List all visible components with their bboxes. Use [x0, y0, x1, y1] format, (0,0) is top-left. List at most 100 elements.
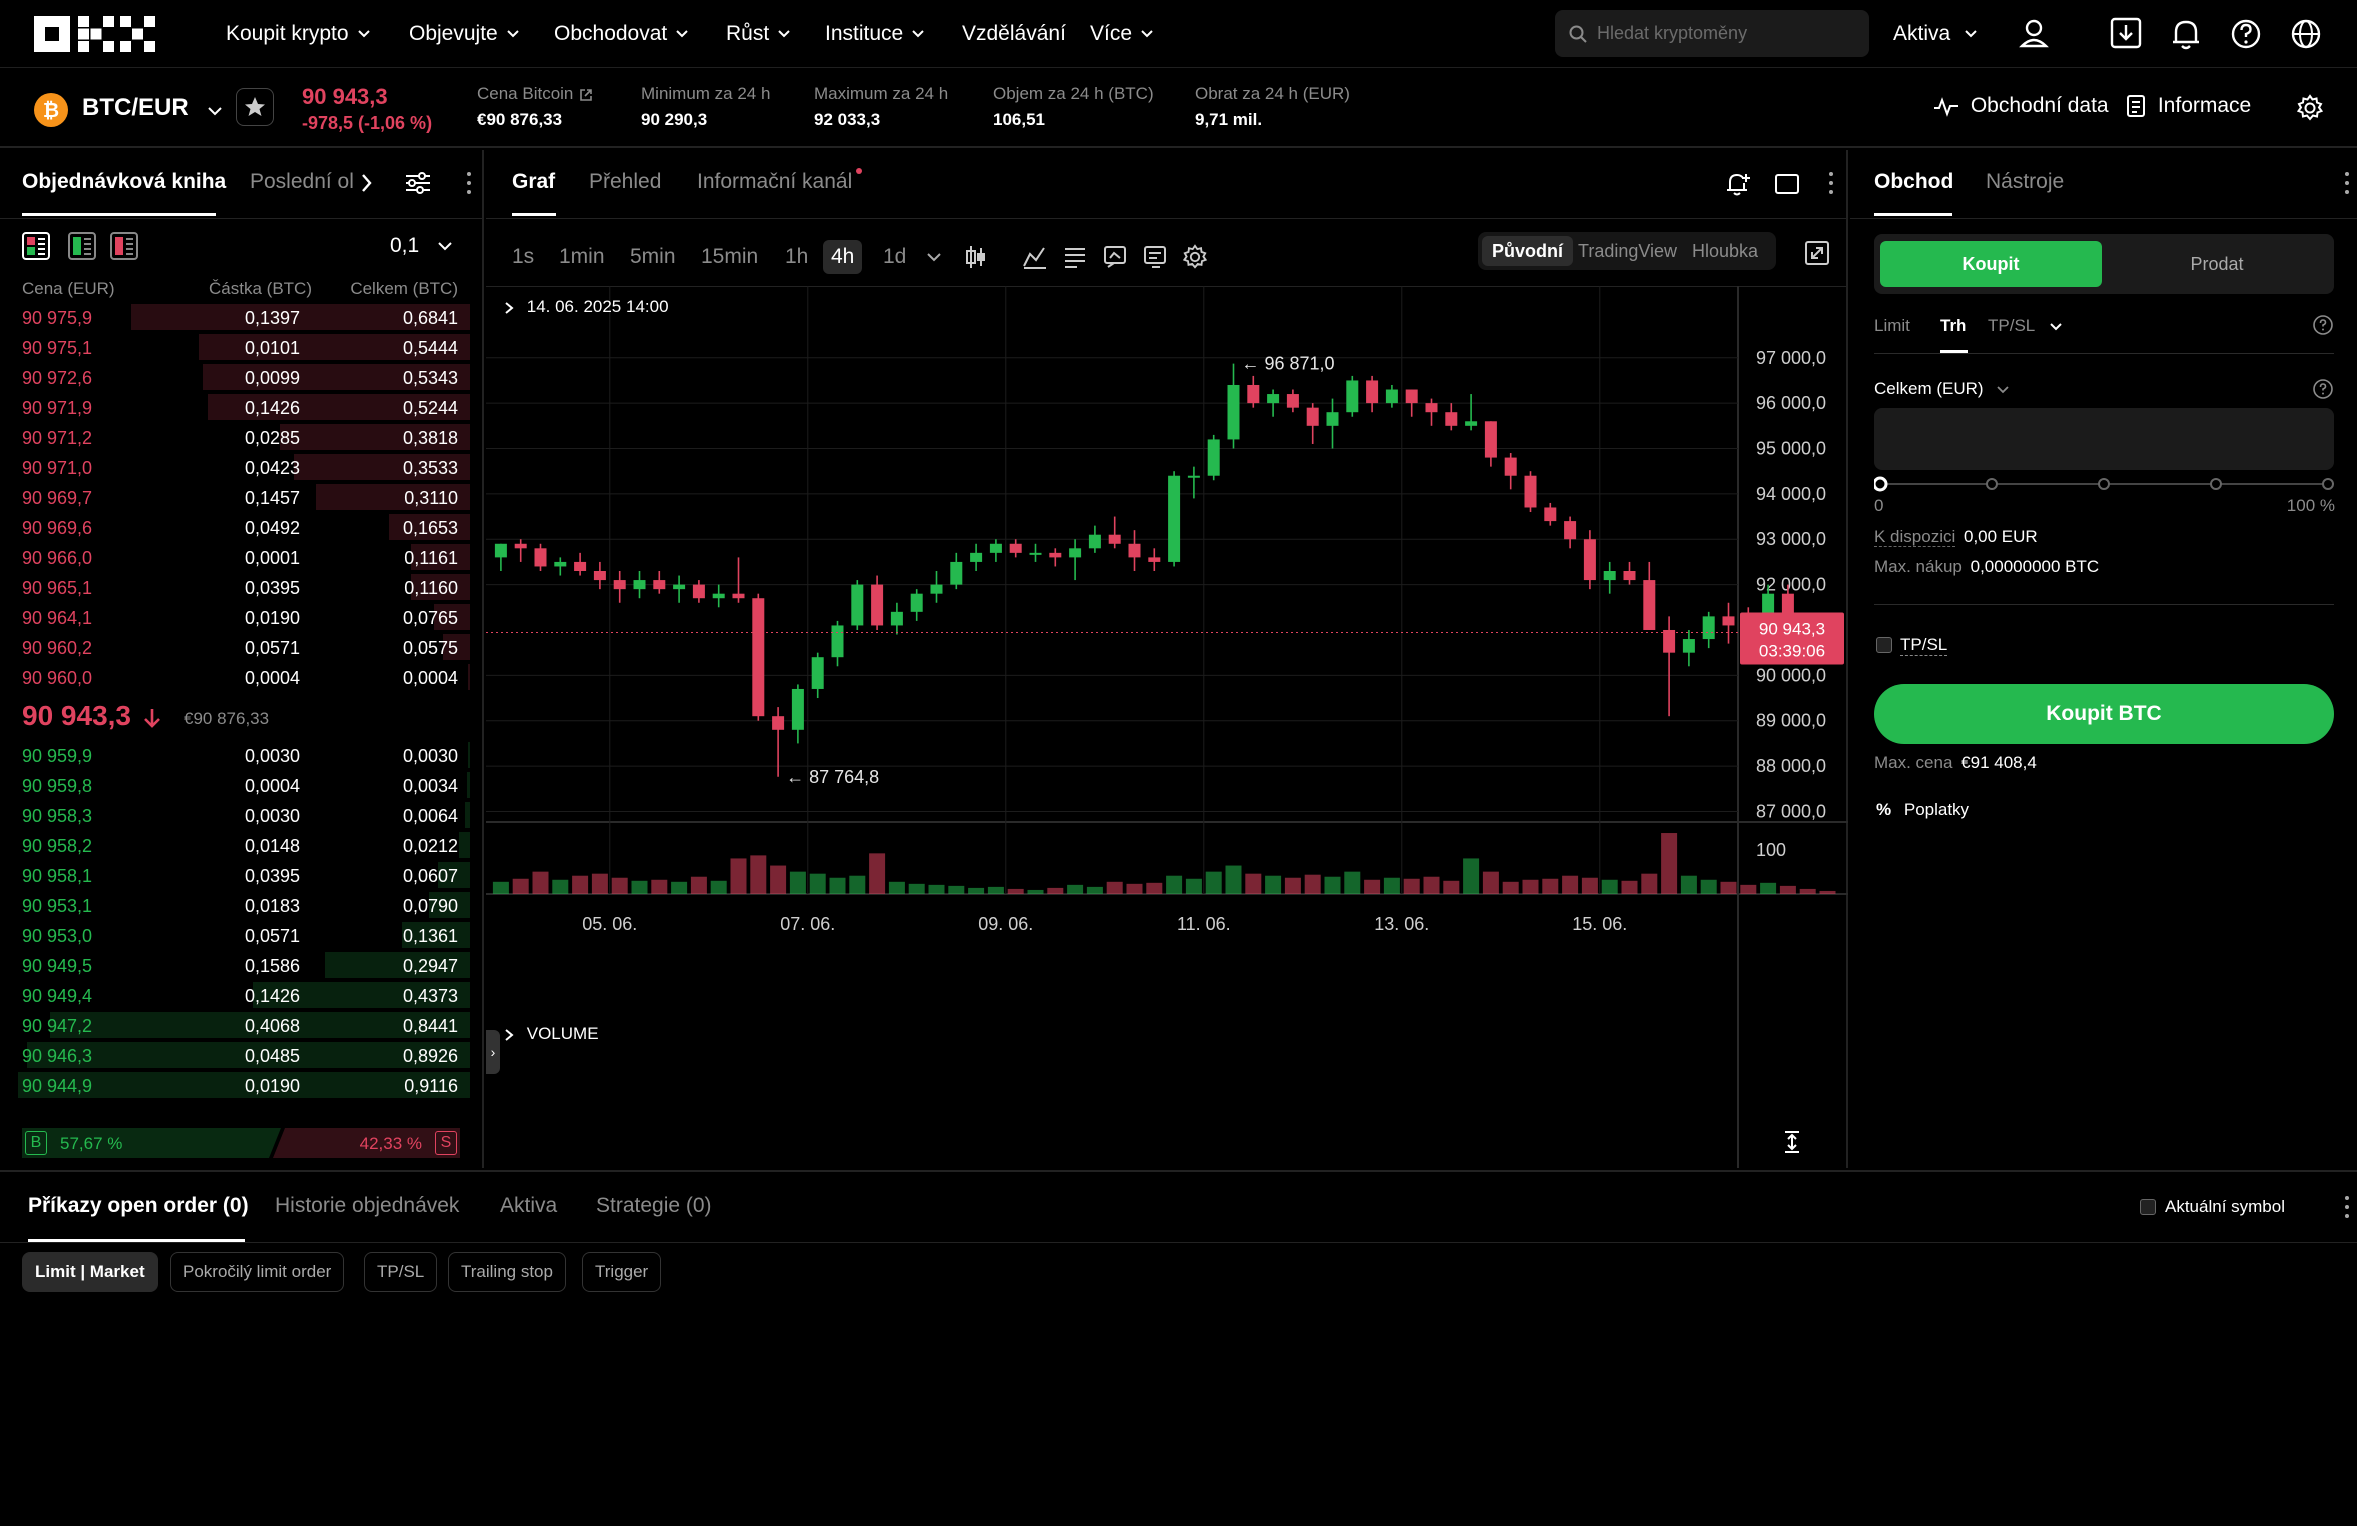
ask-row[interactable]: 90 969,7 0,1457 0,3110: [0, 482, 470, 512]
ask-row[interactable]: 90 971,0 0,0423 0,3533: [0, 452, 470, 482]
chevron-right-icon[interactable]: [360, 172, 374, 194]
tab-feed[interactable]: Informační kanál: [697, 170, 852, 194]
alert-bell-icon[interactable]: [1724, 170, 1752, 198]
ask-row[interactable]: 90 971,9 0,1426 0,5244: [0, 392, 470, 422]
bid-row[interactable]: 90 949,5 0,1586 0,2947: [0, 950, 470, 980]
more-vertical-icon[interactable]: [466, 170, 472, 196]
filter-advanced-limit[interactable]: Pokročilý limit order: [170, 1252, 345, 1292]
drawing-tools-icon[interactable]: [1102, 244, 1128, 270]
view-both-icon[interactable]: [22, 232, 50, 260]
ask-row[interactable]: 90 971,2 0,0285 0,3818: [0, 422, 470, 452]
favorite-button[interactable]: [236, 88, 274, 126]
chevron-down-icon[interactable]: [926, 252, 942, 262]
help-circle-icon[interactable]: [2312, 378, 2334, 400]
ask-row[interactable]: 90 960,0 0,0004 0,0004: [0, 662, 470, 692]
help-circle-icon[interactable]: [2312, 314, 2334, 336]
fullscreen-icon[interactable]: [1804, 240, 1830, 266]
settings-gear-icon[interactable]: [2296, 94, 2324, 122]
view-asks-icon[interactable]: [110, 232, 138, 260]
timeframe-5min[interactable]: 5min: [630, 240, 676, 274]
bid-row[interactable]: 90 959,8 0,0004 0,0034: [0, 770, 470, 800]
bid-row[interactable]: 90 944,9 0,0190 0,9116: [0, 1070, 470, 1100]
order-type-market[interactable]: Trh: [1940, 316, 1966, 336]
tab-order-history[interactable]: Historie objednávek: [275, 1194, 459, 1218]
ask-row[interactable]: 90 969,6 0,0492 0,1653: [0, 512, 470, 542]
pair-selector[interactable]: BTC/EUR: [82, 94, 223, 128]
ticker-stat-0[interactable]: Cena Bitcoin €90 876,33: [477, 84, 593, 130]
timeframe-4h[interactable]: 4h: [823, 240, 863, 274]
current-symbol-label[interactable]: Aktuální symbol: [2165, 1197, 2285, 1217]
fees-link[interactable]: % Poplatky: [1876, 800, 1969, 820]
bid-row[interactable]: 90 959,9 0,0030 0,0030: [0, 740, 470, 770]
timeframe-1d[interactable]: 1d: [883, 240, 906, 274]
info-button[interactable]: Informace: [2126, 94, 2251, 118]
mode-depth[interactable]: Hloubka: [1692, 236, 1758, 266]
tab-trade[interactable]: Obchod: [1874, 170, 1953, 194]
nav-item-0[interactable]: Koupit krypto: [226, 0, 371, 68]
tab-last-trades[interactable]: Poslední ol: [250, 170, 360, 194]
mode-tradingview[interactable]: TradingView: [1578, 236, 1677, 266]
ask-row[interactable]: 90 966,0 0,0001 0,1161: [0, 542, 470, 572]
list-settings-icon[interactable]: [1062, 244, 1088, 270]
price-chart[interactable]: 05. 06. 07. 06. 09. 06. 11. 06. 13. 06. 15. 0…: [486, 286, 1848, 1168]
tab-overview[interactable]: Přehled: [589, 170, 661, 194]
filter-trigger[interactable]: Trigger: [582, 1252, 662, 1292]
timeframe-1s[interactable]: 1s: [512, 240, 534, 274]
tab-order-book[interactable]: Objednávková kniha: [22, 170, 226, 194]
timeframe-15min[interactable]: 15min: [701, 240, 758, 274]
bid-row[interactable]: 90 953,1 0,0183 0,0790: [0, 890, 470, 920]
globe-icon[interactable]: [2286, 14, 2326, 54]
buy-btc-button[interactable]: Koupit BTC: [1874, 684, 2334, 744]
bid-row[interactable]: 90 958,2 0,0148 0,0212: [0, 830, 470, 860]
order-type-tpsl[interactable]: TP/SL: [1988, 316, 2063, 336]
layout-icon[interactable]: [1774, 172, 1800, 196]
more-vertical-icon[interactable]: [2344, 1194, 2350, 1220]
price-step-selector[interactable]: 0,1: [390, 234, 453, 258]
ask-row[interactable]: 90 975,1 0,0101 0,5444: [0, 332, 470, 362]
ask-row[interactable]: 90 960,2 0,0571 0,0575: [0, 632, 470, 662]
bid-row[interactable]: 90 947,2 0,4068 0,8441: [0, 1010, 470, 1040]
search-box[interactable]: [1555, 10, 1869, 57]
more-vertical-icon[interactable]: [1828, 170, 1834, 196]
tab-tools[interactable]: Nástroje: [1986, 170, 2064, 194]
candle-type-icon[interactable]: [964, 244, 988, 270]
bell-icon[interactable]: [2166, 14, 2206, 54]
total-input[interactable]: [1874, 408, 2334, 470]
more-vertical-icon[interactable]: [2344, 170, 2350, 196]
nav-item-6[interactable]: Více: [1090, 0, 1154, 68]
nav-item-1[interactable]: Objevujte: [409, 0, 520, 68]
nav-item-5[interactable]: Vzdělávání: [962, 0, 1066, 68]
download-icon[interactable]: [2106, 14, 2146, 54]
price-scale-icon[interactable]: [1782, 1130, 1802, 1154]
nav-item-2[interactable]: Obchodovat: [554, 0, 689, 68]
tpsl-checkbox[interactable]: [1876, 637, 1892, 653]
current-symbol-checkbox[interactable]: [2140, 1199, 2156, 1215]
tab-assets[interactable]: Aktiva: [500, 1194, 557, 1218]
bid-row[interactable]: 90 958,1 0,0395 0,0607: [0, 860, 470, 890]
timeframe-1h[interactable]: 1h: [785, 240, 808, 274]
ask-row[interactable]: 90 975,9 0,1397 0,6841: [0, 302, 470, 332]
bid-row[interactable]: 90 953,0 0,0571 0,1361: [0, 920, 470, 950]
sell-tab[interactable]: Prodat: [2106, 241, 2328, 287]
mode-original[interactable]: Původní: [1482, 236, 1573, 266]
collapse-handle[interactable]: ›: [486, 1030, 500, 1074]
tab-open-orders[interactable]: Příkazy open order (0): [28, 1194, 249, 1218]
view-bids-icon[interactable]: [68, 232, 96, 260]
nav-item-4[interactable]: Instituce: [825, 0, 925, 68]
assets-menu[interactable]: Aktiva: [1893, 0, 1978, 68]
bid-row[interactable]: 90 949,4 0,1426 0,4373: [0, 980, 470, 1010]
tpsl-label[interactable]: TP/SL: [1900, 635, 1948, 656]
ask-row[interactable]: 90 964,1 0,0190 0,0765: [0, 602, 470, 632]
order-type-limit[interactable]: Limit: [1874, 316, 1910, 336]
user-icon[interactable]: [2014, 14, 2054, 54]
amount-slider[interactable]: [1874, 474, 2334, 494]
buy-tab[interactable]: Koupit: [1880, 241, 2102, 287]
legend-toggle[interactable]: 14. 06. 2025 14:00: [504, 297, 669, 317]
bid-row[interactable]: 90 946,3 0,0485 0,8926: [0, 1040, 470, 1070]
trade-data-button[interactable]: Obchodní data: [1933, 94, 2109, 118]
timeframe-1min[interactable]: 1min: [559, 240, 605, 274]
filter-trailing-stop[interactable]: Trailing stop: [448, 1252, 566, 1292]
okx-logo[interactable]: [34, 16, 156, 52]
filter-sliders-icon[interactable]: [404, 170, 432, 196]
template-icon[interactable]: [1142, 244, 1168, 270]
